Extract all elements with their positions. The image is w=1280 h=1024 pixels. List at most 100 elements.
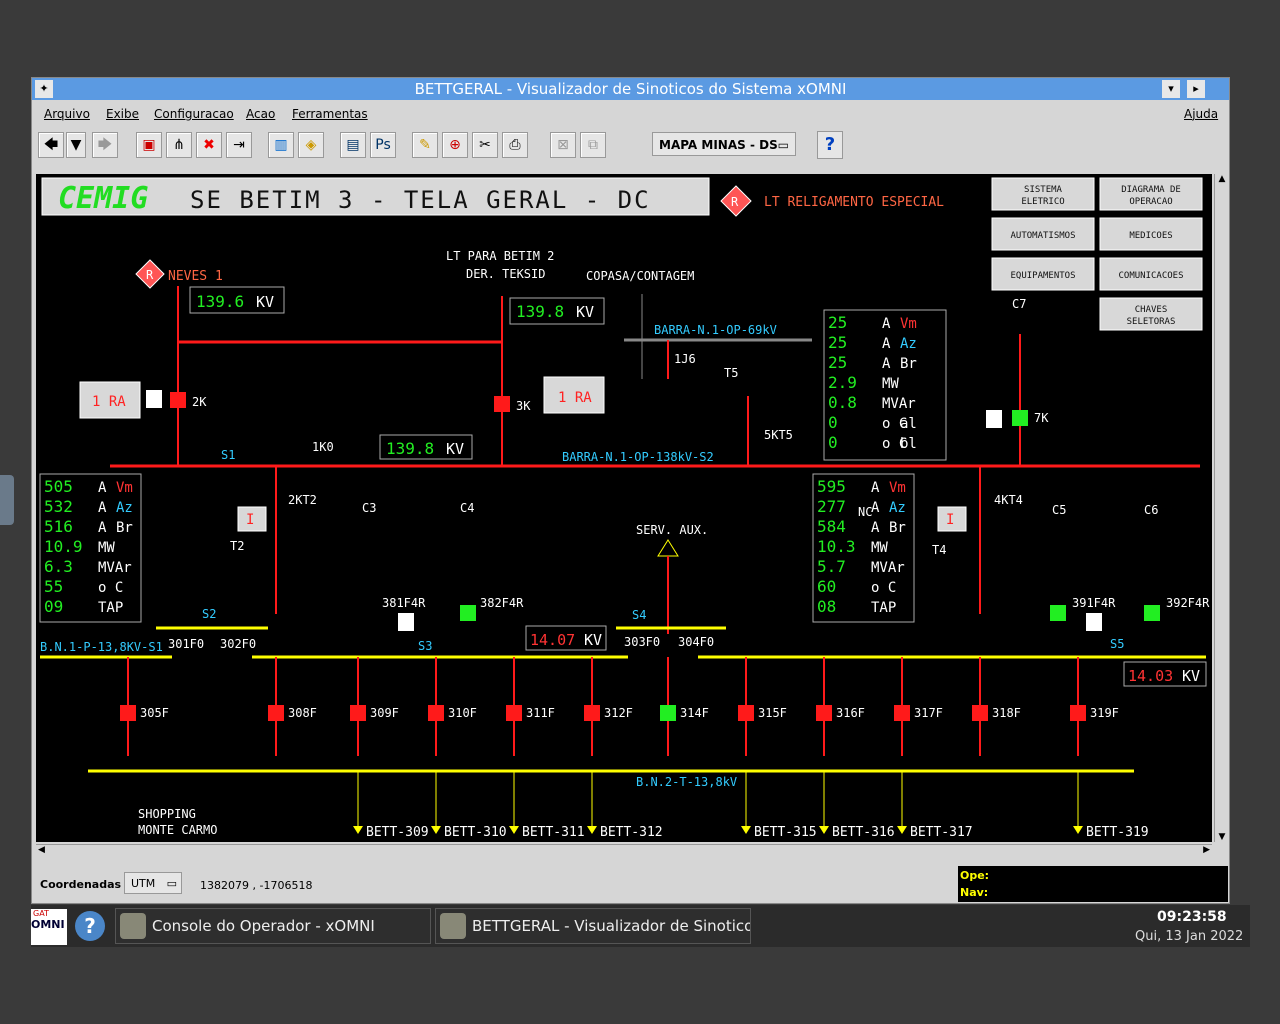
meas-unit: MVAr [871,560,905,576]
layers-icon[interactable]: ⧉ [580,132,606,158]
feeder-319F[interactable]: 319F [1070,657,1119,756]
feeder-309F[interactable]: 309F [350,657,399,756]
network-icon[interactable]: ⋔ [166,132,192,158]
feeder-312F[interactable]: 312F [584,657,633,756]
382-label: 382F4R [480,596,524,610]
feeder-breaker[interactable] [268,705,284,721]
feeder-310F[interactable]: 310F [428,657,477,756]
side-handle[interactable] [0,475,14,525]
help-icon[interactable]: ? [75,911,105,941]
menu-ferramentas[interactable]: Ferramentas [292,107,368,121]
output-BETT-311: BETT-311 [509,771,585,840]
menu-acao[interactable]: Acao [246,107,275,121]
302-label: 302F0 [220,637,256,651]
feeder-breaker[interactable] [660,705,676,721]
meas-value: 09 [44,597,63,616]
history-dropdown-icon[interactable]: ▼ [66,132,86,158]
feeder-breaker[interactable] [584,705,600,721]
feeder-breaker[interactable] [972,705,988,721]
nav-button-0[interactable]: SISTEMA ELETRICO [991,177,1095,211]
note-icon[interactable]: ✎ [412,132,438,158]
feeder-318F[interactable]: 318F [972,657,1021,756]
feeder-314F[interactable]: 314F [660,657,709,756]
zoom-icon[interactable]: ⊠ [550,132,576,158]
nav-button-1[interactable]: DIAGRAMA DE OPERACAO [1099,177,1203,211]
meas-unit: MW [871,540,888,556]
s5-kv-unit: KV [1182,667,1200,685]
printer-icon[interactable]: ⎙ [502,132,528,158]
feeder-breaker[interactable] [1070,705,1086,721]
map-selector[interactable]: MAPA MINAS - DS ▭ [652,132,796,156]
target-icon[interactable]: ⊕ [442,132,468,158]
feeder-breaker[interactable] [350,705,366,721]
maximize-button[interactable]: ▸ [1187,80,1205,98]
t2-label: T2 [230,539,244,553]
nav-button-5[interactable]: COMUNICACOES [1099,257,1203,291]
help-button[interactable]: ? [817,131,843,159]
nav-button-label: CHAVES [1135,305,1168,315]
feeder-308F[interactable]: 308F [268,657,317,756]
meas-tag: Az [900,336,917,352]
nav-button-label: MEDICOES [1129,231,1172,241]
vertical-scrollbar[interactable]: ▲ ▼ [1214,174,1229,842]
s2-label: S2 [202,607,216,621]
ra-button-1[interactable]: 1 RA [92,394,126,410]
task-console[interactable]: Console do Operador - xOMNI [115,908,431,944]
feeder-breaker[interactable] [894,705,910,721]
coord-system-select[interactable]: UTM ▭ [124,872,182,894]
nav-button-3[interactable]: MEDICOES [1099,217,1203,251]
meas-value: 0.8 [828,393,857,412]
meas-value: 516 [44,517,73,536]
feeder-label: 312F [604,706,633,720]
nav-button-6[interactable]: CHAVES SELETORAS [1099,297,1203,331]
save-icon[interactable]: ▤ [340,132,366,158]
ra-button-2[interactable]: 1 RA [558,390,592,406]
breaker-392[interactable] [1144,605,1160,621]
horizontal-scrollbar[interactable]: ◀ ▶ [36,844,1212,859]
export-icon[interactable]: ⇥ [226,132,252,158]
i-button-t4[interactable]: I [946,512,954,528]
menu-configuracao[interactable]: Configuracao [154,107,234,121]
tools-icon[interactable]: ✂ [472,132,498,158]
paint-icon[interactable]: ◈ [298,132,324,158]
feeder-316F[interactable]: 316F [816,657,865,756]
neves-label: NEVES 1 [168,269,223,284]
chart-icon[interactable]: ▥ [268,132,294,158]
nav-button-4[interactable]: EQUIPAMENTOS [991,257,1095,291]
postscript-icon[interactable]: Ps [370,132,396,158]
c6-label: C6 [1144,503,1158,517]
breaker-382[interactable] [460,605,476,621]
title-bar[interactable]: ✦ BETTGERAL - Visualizador de Sinoticos … [32,78,1229,100]
breaker-391[interactable] [1050,605,1066,621]
feeder-305F[interactable]: 305F [120,657,169,756]
feeder-breaker[interactable] [506,705,522,721]
feeder-315F[interactable]: 315F [738,657,787,756]
task-visualizador[interactable]: BETTGERAL - Visualizador de Sinotico [435,908,751,944]
back-arrow-icon[interactable]: 🡄 [38,132,64,158]
gat-omni-logo[interactable]: GAT OMNI [31,909,67,945]
meas-unit: A [98,500,107,516]
feeder-breaker[interactable] [428,705,444,721]
print-icon[interactable]: ▣ [136,132,162,158]
menu-exibe[interactable]: Exibe [106,107,139,121]
feeder-breaker[interactable] [120,705,136,721]
s3-label: S3 [418,639,432,653]
diagram-canvas[interactable]: CEMIG SE BETIM 3 - TELA GERAL - DC R LT … [36,174,1212,842]
breaker-7k[interactable] [1012,410,1028,426]
minimize-button[interactable]: ▾ [1162,80,1180,98]
breaker-3k[interactable] [494,396,510,412]
neves-kv-value: 139.6 [196,292,244,311]
feeder-317F[interactable]: 317F [894,657,943,756]
lt-religamento-label: LT RELIGAMENTO ESPECIAL [764,195,944,210]
breaker-2k[interactable] [170,392,186,408]
stop-icon[interactable]: ✖ [196,132,222,158]
nav-button-2[interactable]: AUTOMATISMOS [991,217,1095,251]
feeder-breaker[interactable] [738,705,754,721]
menu-ajuda[interactable]: Ajuda [1184,107,1218,121]
menu-arquivo[interactable]: Arquivo [44,107,90,121]
forward-arrow-icon[interactable]: 🡆 [92,132,118,158]
feeder-breaker[interactable] [816,705,832,721]
feeder-311F[interactable]: 311F [506,657,555,756]
app-icon [120,913,146,939]
i-button-t2[interactable]: I [246,512,254,528]
